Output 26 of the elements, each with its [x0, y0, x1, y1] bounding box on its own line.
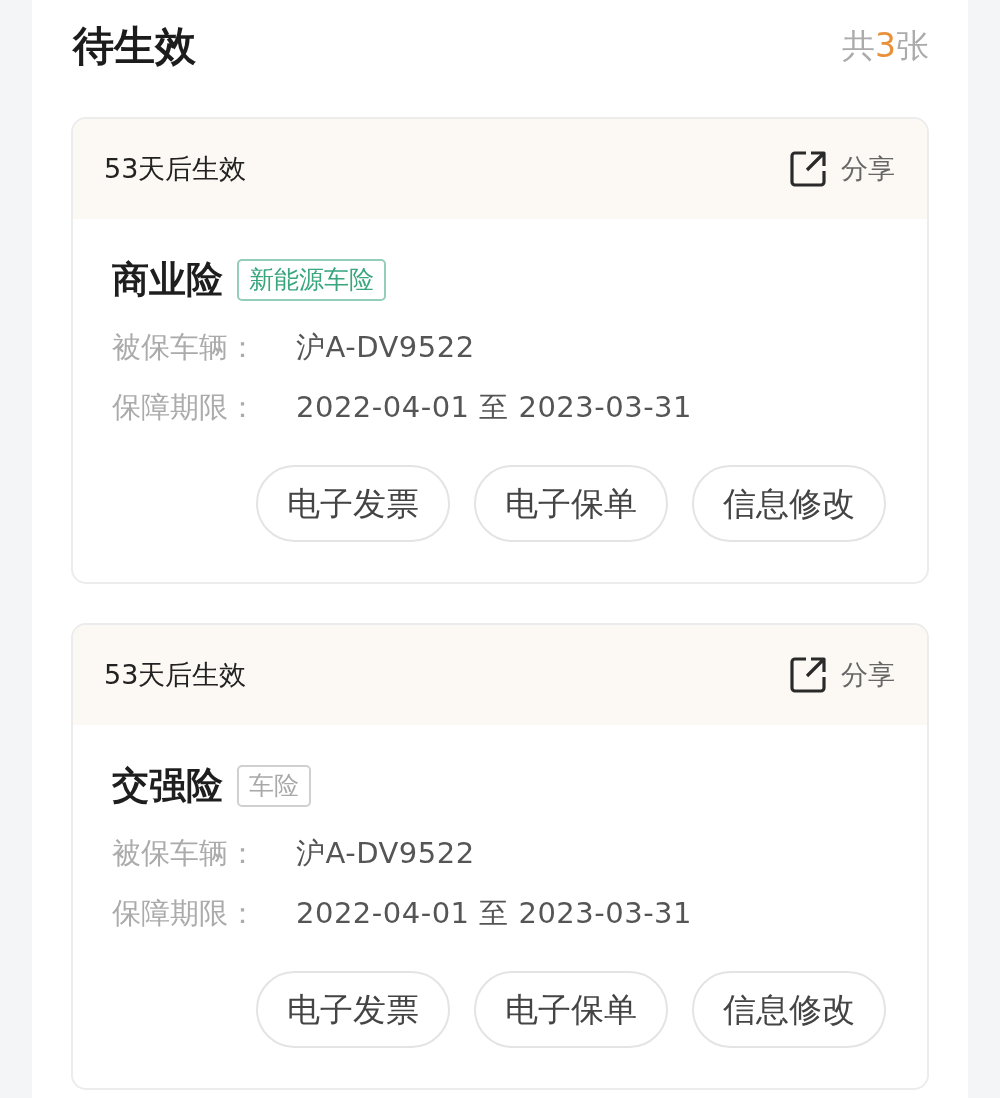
field-label: 被保车辆：: [112, 329, 258, 367]
share-button[interactable]: 分享: [789, 654, 895, 696]
field-label: 保障期限：: [112, 389, 258, 427]
action-button[interactable]: 电子保单: [474, 465, 668, 542]
field-value: 沪A-DV9522: [296, 329, 475, 367]
action-button[interactable]: 电子发票: [256, 971, 450, 1048]
action-button[interactable]: 信息修改: [692, 465, 886, 542]
policy-tag: 新能源车险: [237, 259, 386, 301]
field-label: 被保车辆：: [112, 835, 258, 873]
status-text: 53天后生效: [104, 151, 247, 186]
policy-tag: 车险: [237, 765, 311, 807]
field-value: 2022-04-01 至 2023-03-31: [296, 895, 692, 933]
field-label: 保障期限：: [112, 895, 258, 933]
share-icon: [789, 656, 827, 694]
action-button[interactable]: 电子保单: [474, 971, 668, 1048]
policy-title: 商业险: [112, 258, 223, 302]
section-title: 待生效: [73, 21, 196, 72]
field-value: 2022-04-01 至 2023-03-31: [296, 389, 692, 427]
card-count: 共3张: [842, 25, 929, 67]
share-icon: [789, 150, 827, 188]
status-text: 53天后生效: [104, 657, 247, 692]
action-button[interactable]: 电子发票: [256, 465, 450, 542]
policy-title: 交强险: [112, 764, 223, 808]
share-button[interactable]: 分享: [789, 148, 895, 190]
field-value: 沪A-DV9522: [296, 835, 475, 873]
action-button[interactable]: 信息修改: [692, 971, 886, 1048]
